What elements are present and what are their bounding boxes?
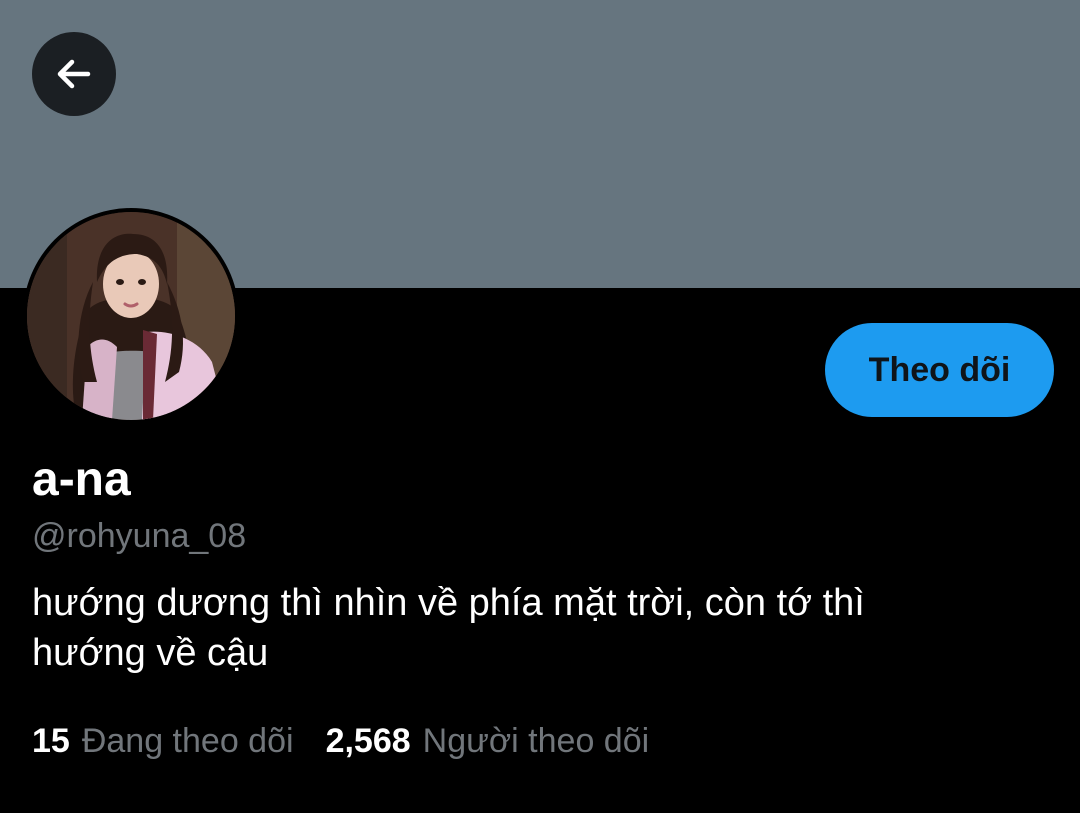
avatar[interactable] bbox=[23, 208, 239, 424]
followers-count: 2,568 bbox=[325, 721, 411, 760]
following-count: 15 bbox=[32, 721, 70, 760]
back-button[interactable] bbox=[32, 32, 116, 116]
profile-screen: Theo dõi a-na @rohyuna_08 hướng dương th… bbox=[0, 0, 1080, 813]
profile-stats: 15 Đang theo dõi 2,568 Người theo dõi bbox=[32, 718, 649, 764]
display-name: a-na bbox=[32, 453, 131, 506]
profile-bio: hướng dương thì nhìn về phía mặt trời, c… bbox=[32, 578, 1032, 678]
bio-line: hướng về cậu bbox=[32, 632, 269, 674]
arrow-left-icon bbox=[50, 50, 98, 98]
following-label: Đang theo dõi bbox=[81, 721, 294, 760]
followers-label: Người theo dõi bbox=[422, 721, 650, 760]
avatar-photo bbox=[27, 212, 235, 420]
following-link[interactable]: 15 Đang theo dõi bbox=[32, 722, 294, 761]
followers-link[interactable]: 2,568 Người theo dõi bbox=[326, 722, 650, 761]
follow-button[interactable]: Theo dõi bbox=[825, 323, 1054, 417]
user-handle: @rohyuna_08 bbox=[32, 517, 247, 555]
bio-line: hướng dương thì nhìn về phía mặt trời, c… bbox=[32, 582, 865, 624]
